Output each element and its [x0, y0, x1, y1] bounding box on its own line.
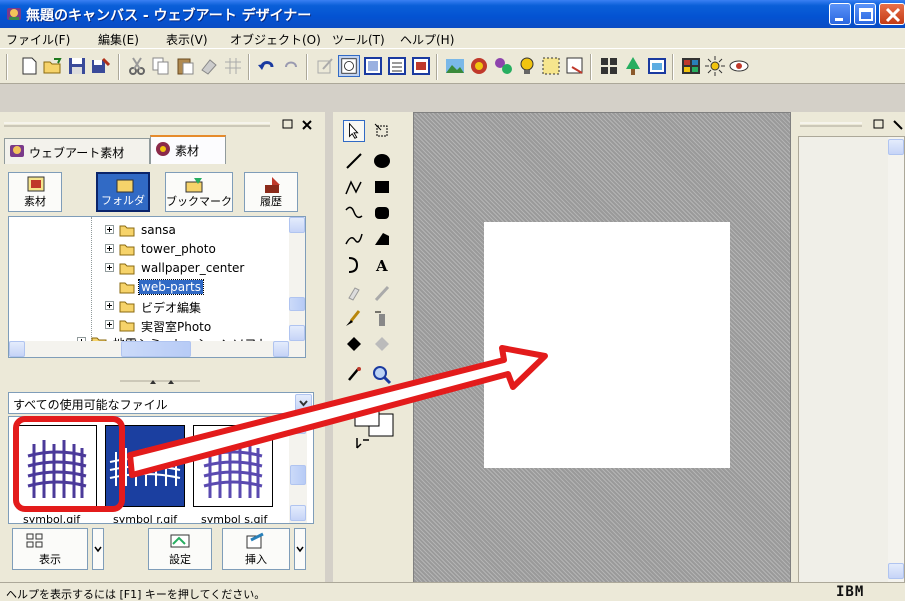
drag-arrow	[127, 345, 548, 478]
app-window: 無題のキャンバス - ウェブアート デザイナー ファイル(F) 編集(E) 表示…	[0, 0, 905, 601]
